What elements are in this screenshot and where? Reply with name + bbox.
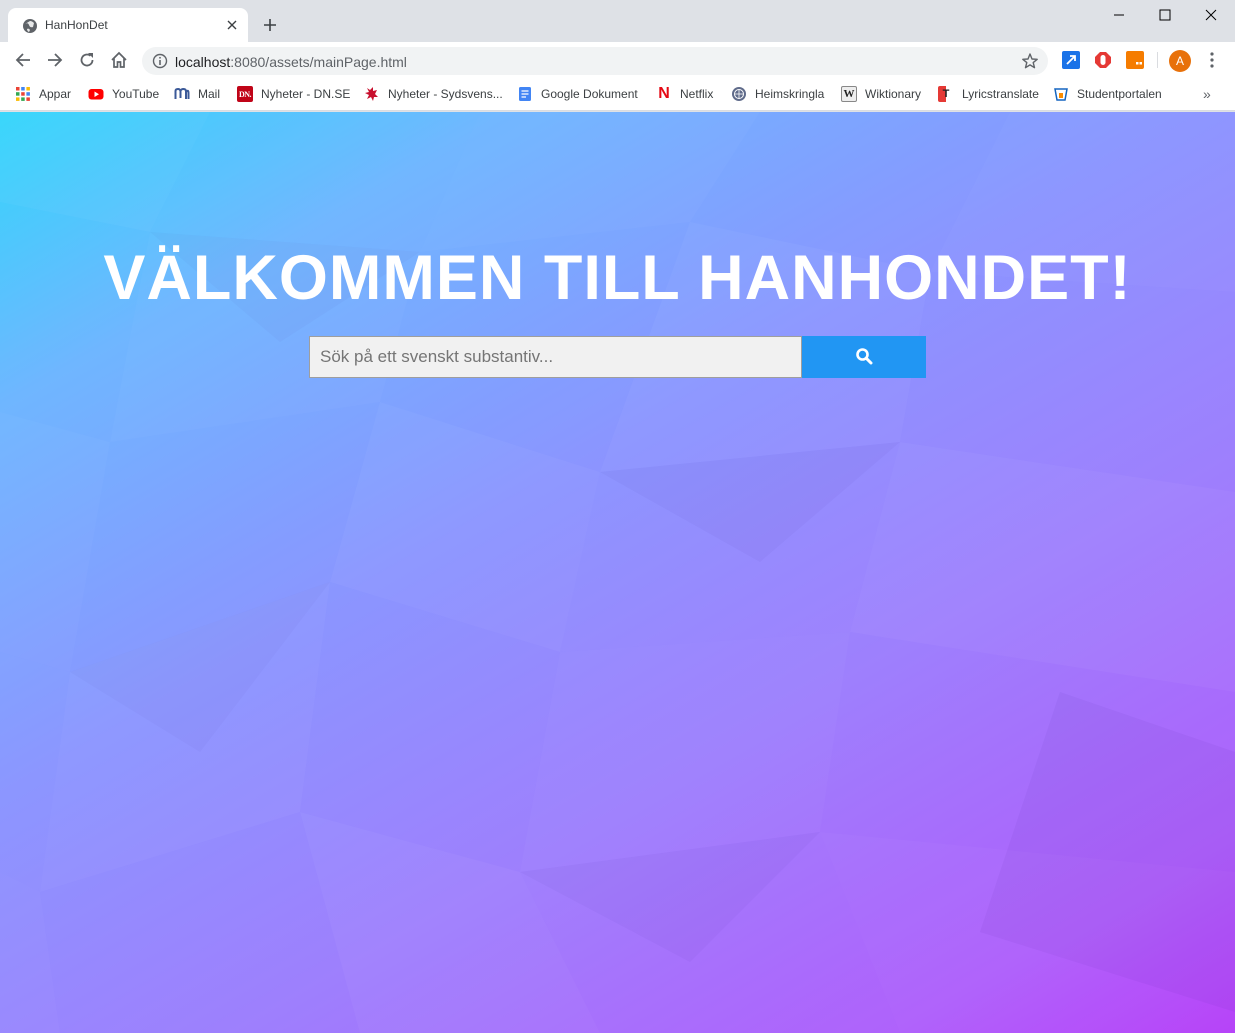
more-vert-icon[interactable] <box>1203 50 1221 70</box>
bookmark-label: Wiktionary <box>865 87 922 101</box>
star-icon[interactable] <box>1021 52 1039 70</box>
lyricstranslate-icon: T <box>938 86 954 102</box>
url-path: :8080/assets/mainPage.html <box>230 54 407 70</box>
studentportalen-icon <box>1053 86 1069 102</box>
youtube-icon <box>88 86 104 102</box>
close-icon[interactable] <box>224 17 240 33</box>
new-tab-button[interactable] <box>258 13 282 37</box>
toolbar-divider <box>1157 52 1158 68</box>
minimize-icon[interactable] <box>1096 0 1142 30</box>
home-icon[interactable] <box>107 48 131 72</box>
apps-grid-icon <box>15 86 31 102</box>
info-icon[interactable] <box>152 53 168 69</box>
url-host: localhost <box>175 54 231 70</box>
bookmark-label: Appar <box>39 87 72 101</box>
bookmark-label: Studentportalen <box>1077 87 1162 101</box>
search-input[interactable] <box>309 336 802 378</box>
bookmark-wiktionary[interactable]: W Wiktionary <box>841 85 921 103</box>
extension-arrow-icon[interactable] <box>1062 51 1080 69</box>
bookmark-heimskringla[interactable]: Heimskringla <box>731 85 824 103</box>
profile-avatar[interactable]: A <box>1169 50 1191 72</box>
back-arrow-icon[interactable] <box>11 48 35 72</box>
bookmark-netflix[interactable]: N Netflix <box>656 85 713 103</box>
browser-tab[interactable]: HanHonDet <box>8 8 248 42</box>
netflix-icon: N <box>658 85 670 102</box>
page-title: VÄLKOMMEN TILL HANHONDET! <box>103 243 1132 313</box>
close-window-icon[interactable] <box>1188 0 1234 30</box>
tab-title: HanHonDet <box>45 18 108 32</box>
tab-strip: HanHonDet <box>0 0 1235 42</box>
bookmark-lyricstranslate[interactable]: T Lyricstranslate <box>938 85 1039 103</box>
wiktionary-icon: W <box>841 86 857 102</box>
bookmark-sydsvenskan[interactable]: Nyheter - Sydsvens... <box>364 85 503 103</box>
dn-icon: DN. <box>237 86 253 102</box>
page-viewport: VÄLKOMMEN TILL HANHONDET! <box>0 112 1235 1033</box>
maximize-icon[interactable] <box>1142 0 1188 30</box>
sydsvenskan-icon <box>364 86 380 102</box>
url-text[interactable]: localhost:8080/assets/mainPage.html <box>175 54 407 70</box>
mail-icon <box>174 86 190 102</box>
globe-icon <box>22 18 38 34</box>
bookmark-label: Mail <box>198 87 221 101</box>
bookmark-label: Nyheter - DN.SE <box>261 87 351 101</box>
bookmark-label: Lyricstranslate <box>962 87 1039 101</box>
bookmark-dn[interactable]: DN. Nyheter - DN.SE <box>237 85 350 103</box>
bookmark-label: Heimskringla <box>755 87 825 101</box>
bookmarks-bar: Appar YouTube Mail DN. Nyheter - DN.SE N… <box>0 78 1235 111</box>
bookmark-label: Google Dokument <box>541 87 638 101</box>
address-bar[interactable]: localhost:8080/assets/mainPage.html <box>142 47 1048 75</box>
bookmark-appar[interactable]: Appar <box>15 85 71 103</box>
adblock-icon[interactable] <box>1094 51 1112 69</box>
forward-arrow-icon[interactable] <box>43 48 67 72</box>
search-icon <box>855 347 873 368</box>
google-docs-icon <box>517 86 533 102</box>
more-bookmarks-chevron-icon[interactable]: » <box>1203 86 1211 102</box>
search-button[interactable] <box>802 336 926 378</box>
bookmark-google-dokument[interactable]: Google Dokument <box>517 85 638 103</box>
bookmark-label: YouTube <box>112 87 160 101</box>
search-form <box>309 336 926 378</box>
bookmark-mail[interactable]: Mail <box>174 85 220 103</box>
browser-toolbar: localhost:8080/assets/mainPage.html A <box>0 42 1235 78</box>
bookmark-youtube[interactable]: YouTube <box>88 85 159 103</box>
bookmark-label: Nyheter - Sydsvens... <box>388 87 503 101</box>
bookmark-label: Netflix <box>680 87 714 101</box>
reload-icon[interactable] <box>75 48 99 72</box>
extension-orange-icon[interactable] <box>1126 51 1144 69</box>
heimskringla-icon <box>731 86 747 102</box>
bookmark-studentportalen[interactable]: Studentportalen <box>1053 85 1162 103</box>
